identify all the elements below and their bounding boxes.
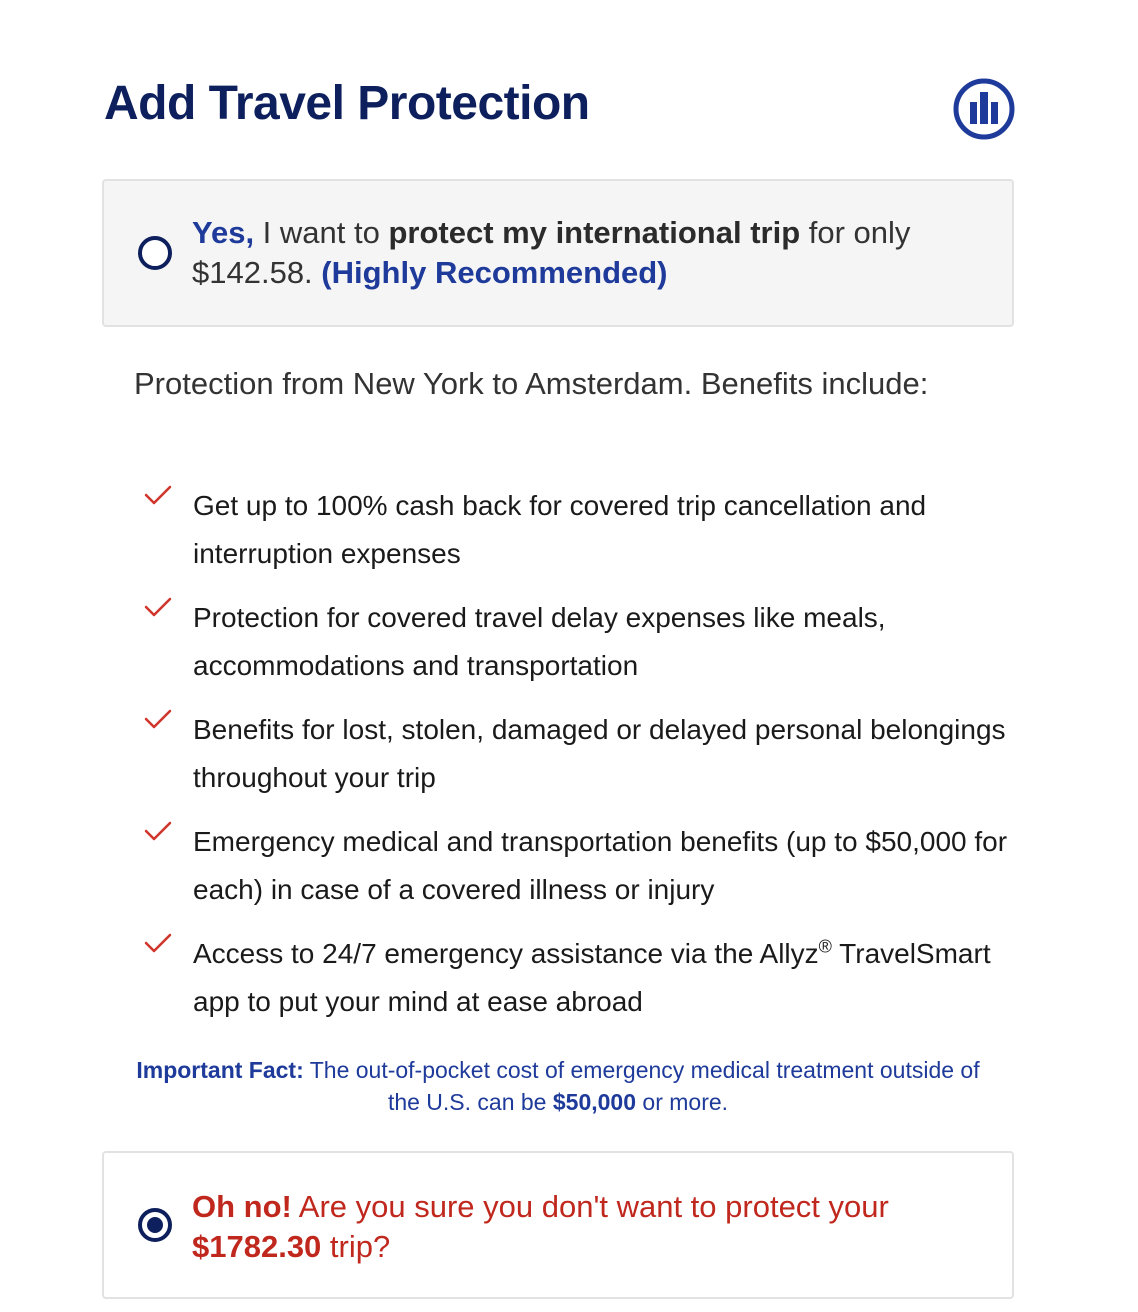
protect-trip-label[interactable]: Yes, I want to protect my international … [192,213,982,293]
decline-protection-label[interactable]: Oh no! Are you sure you don't want to pr… [192,1187,982,1267]
page-title: Add Travel Protection [104,77,590,130]
allianz-logo-icon [953,78,1015,140]
benefit-text: Emergency medical and transportation ben… [193,826,1008,905]
checkmark-icon [144,597,172,617]
yes-text-1: I want to [254,215,389,250]
benefits-intro: Protection from New York to Amsterdam. B… [134,366,929,401]
protect-trip-option[interactable]: Yes, I want to protect my international … [102,179,1014,327]
fact-amount: $50,000 [552,1089,637,1115]
checkmark-icon [144,709,172,729]
important-fact: Important Fact: The out-of-pocket cost o… [120,1054,996,1118]
registered-mark: ® [818,936,832,957]
benefits-list: Get up to 100% cash back for covered tri… [140,482,1010,1042]
no-text-1: Are you sure you don't want to protect y… [291,1189,889,1224]
radio-selected-dot [147,1217,163,1233]
protect-trip-radio[interactable] [138,236,172,270]
fact-label: Important Fact: [136,1057,304,1083]
benefit-item: Get up to 100% cash back for covered tri… [140,482,1010,594]
benefit-item: Emergency medical and transportation ben… [140,818,1010,930]
oh-no-lead: Oh no! [192,1189,292,1224]
benefit-text: Benefits for lost, stolen, damaged or de… [193,714,1006,793]
highly-recommended-label: (Highly Recommended) [321,255,668,290]
yes-bold-text: protect my international trip [388,215,801,250]
checkmark-icon [144,485,172,505]
benefit-item: Benefits for lost, stolen, damaged or de… [140,706,1010,818]
decline-protection-radio[interactable] [138,1208,172,1242]
checkmark-icon [144,821,172,841]
benefit-text: Access to 24/7 emergency assistance via … [193,930,1010,1026]
benefit-text: Protection for covered travel delay expe… [193,602,886,681]
benefit-text-before: Access to 24/7 emergency assistance via … [193,938,819,969]
fact-text-2: or more. [636,1089,729,1115]
benefit-item: Protection for covered travel delay expe… [140,594,1010,706]
decline-protection-option[interactable]: Oh no! Are you sure you don't want to pr… [102,1151,1014,1299]
checkmark-icon [144,933,172,953]
benefit-text: Get up to 100% cash back for covered tri… [193,490,927,569]
no-text-2: trip? [321,1229,391,1264]
benefit-item: Access to 24/7 emergency assistance via … [140,930,1010,1042]
trip-amount: $1782.30 [192,1229,322,1264]
yes-lead: Yes, [192,215,255,250]
